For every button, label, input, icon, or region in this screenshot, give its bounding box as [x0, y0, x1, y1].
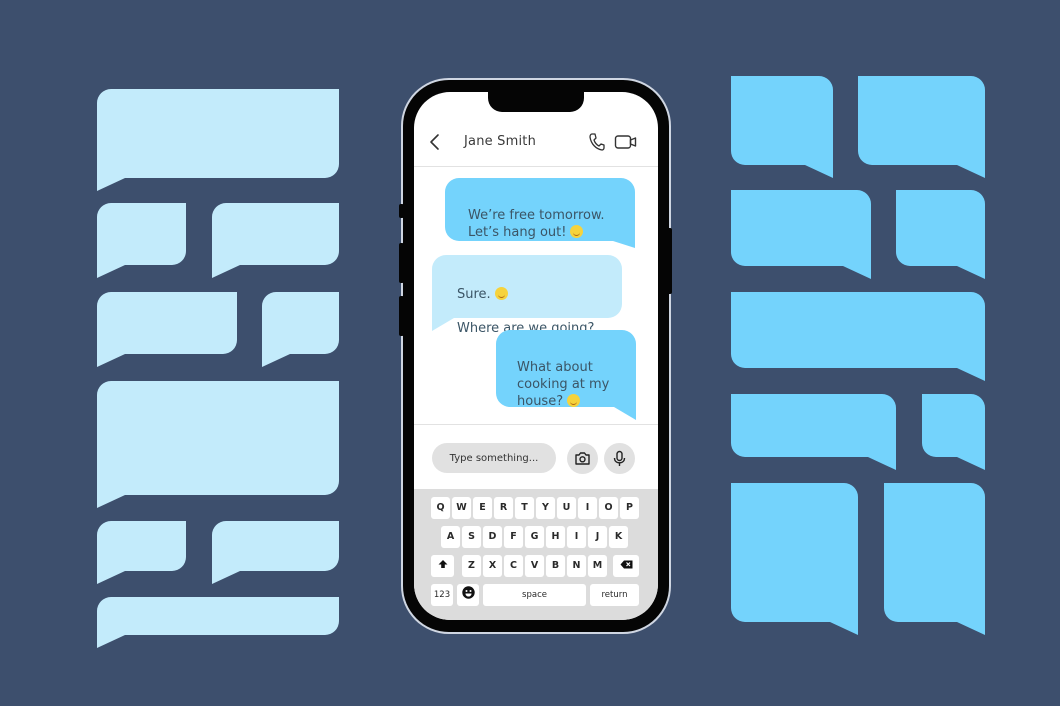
message-text: What about cooking at my house?: [517, 360, 610, 409]
key-e[interactable]: E: [473, 497, 492, 519]
shift-key[interactable]: [431, 555, 454, 577]
decorative-speech-bubble-left: [97, 292, 237, 367]
key-s[interactable]: S: [462, 526, 481, 548]
phone-icon[interactable]: [588, 132, 606, 152]
microphone-icon: [613, 450, 626, 466]
decorative-speech-bubble-right: [896, 190, 985, 279]
decorative-speech-bubble-left: [212, 203, 339, 278]
key-x[interactable]: X: [483, 555, 502, 577]
video-camera-icon[interactable]: [614, 132, 638, 152]
shift-arrow-icon: [438, 560, 447, 568]
key-v[interactable]: V: [525, 555, 544, 577]
key-i[interactable]: I: [567, 526, 586, 548]
microphone-button[interactable]: [604, 443, 635, 474]
keyboard: 123 space return QWERTYUIOP ASDFGHIJK ZXCV…: [414, 489, 658, 620]
decorative-speech-bubble-left: [97, 521, 186, 584]
message-outgoing: What about cooking at my house?: [496, 330, 636, 420]
decorative-speech-bubble-left: [97, 597, 339, 648]
side-button-mute: [399, 204, 404, 218]
key-o[interactable]: O: [599, 497, 618, 519]
side-button-power: [667, 228, 672, 294]
grinning-squinting-face-icon: [567, 394, 581, 407]
key-m[interactable]: M: [588, 555, 607, 577]
grinning-face-icon: [494, 287, 508, 300]
key-p[interactable]: P: [620, 497, 639, 519]
decorative-speech-bubble-left: [212, 521, 339, 584]
message-incoming: Sure. Where are we going?: [432, 255, 622, 336]
winking-tongue-face-icon: [570, 225, 584, 238]
side-button-volume-down: [399, 296, 404, 336]
key-a[interactable]: A: [441, 526, 460, 548]
message-text: Sure.: [457, 287, 491, 302]
key-b[interactable]: B: [546, 555, 565, 577]
key-q[interactable]: Q: [431, 497, 450, 519]
side-button-volume-up: [399, 243, 404, 283]
return-key[interactable]: return: [590, 584, 639, 606]
key-w[interactable]: W: [452, 497, 471, 519]
key-u[interactable]: U: [557, 497, 576, 519]
chat-header: Jane Smith: [414, 122, 658, 167]
decorative-speech-bubble-right: [731, 483, 858, 635]
decorative-speech-bubble-right: [731, 190, 871, 279]
key-g[interactable]: G: [525, 526, 544, 548]
space-key[interactable]: space: [483, 584, 586, 606]
message-composer: [414, 424, 658, 489]
key-r[interactable]: R: [494, 497, 513, 519]
key-t[interactable]: T: [515, 497, 534, 519]
key-z[interactable]: Z: [462, 555, 481, 577]
emoji-face-icon: [461, 586, 475, 599]
decorative-speech-bubble-left: [97, 89, 339, 191]
camera-button[interactable]: [567, 443, 598, 474]
contact-name: Jane Smith: [464, 134, 537, 149]
key-d[interactable]: D: [483, 526, 502, 548]
key-f[interactable]: F: [504, 526, 523, 548]
decorative-speech-bubble-right: [922, 394, 985, 470]
emoji-key[interactable]: [457, 584, 479, 606]
numbers-key[interactable]: 123: [431, 584, 453, 606]
decorative-speech-bubble-right: [731, 76, 833, 178]
chevron-left-icon[interactable]: [428, 132, 442, 152]
message-input[interactable]: [432, 443, 556, 473]
decorative-speech-bubble-right: [731, 394, 896, 470]
key-n[interactable]: N: [567, 555, 586, 577]
decorative-speech-bubble-right: [858, 76, 985, 178]
key-k[interactable]: K: [609, 526, 628, 548]
key-y[interactable]: Y: [536, 497, 555, 519]
decorative-speech-bubble-right: [731, 292, 985, 381]
decorative-speech-bubble-left: [97, 203, 186, 278]
key-c[interactable]: C: [504, 555, 523, 577]
phone-screen: Jane Smith We’re free tomorrow. Let’s ha…: [414, 92, 658, 620]
key-h[interactable]: H: [546, 526, 565, 548]
key-i[interactable]: I: [578, 497, 597, 519]
camera-icon: [575, 452, 590, 465]
decorative-speech-bubble-left: [262, 292, 339, 367]
key-j[interactable]: J: [588, 526, 607, 548]
backspace-icon: [620, 560, 632, 569]
backspace-key[interactable]: [613, 555, 639, 577]
decorative-speech-bubble-right: [884, 483, 985, 635]
decorative-speech-bubble-left: [97, 381, 339, 508]
message-outgoing: We’re free tomorrow. Let’s hang out!: [445, 178, 635, 248]
phone-notch: [488, 92, 584, 112]
message-text: We’re free tomorrow. Let’s hang out!: [468, 208, 605, 240]
